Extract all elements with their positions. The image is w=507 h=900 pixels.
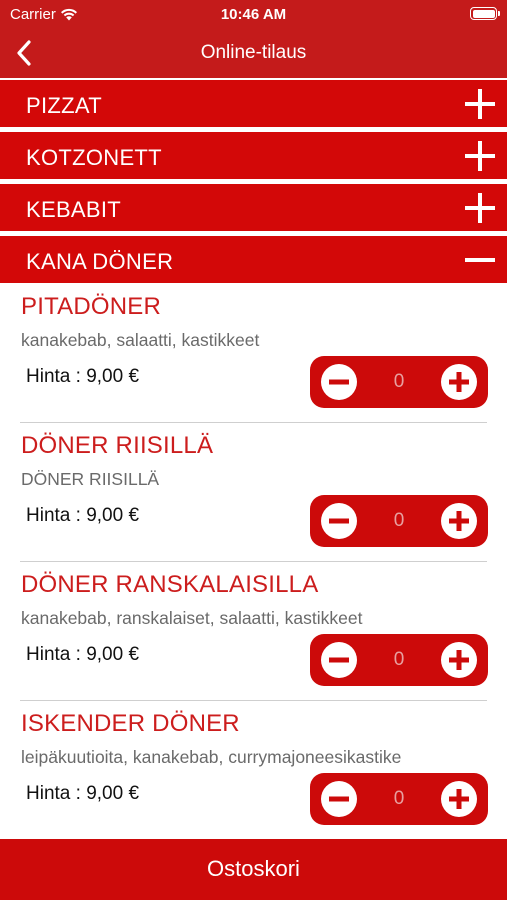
decrement-button[interactable] — [320, 363, 358, 401]
increment-button[interactable] — [440, 780, 478, 818]
item-name: DÖNER RANSKALAISILLA — [21, 571, 319, 598]
item-name: PITADÖNER — [21, 293, 162, 320]
plus-icon[interactable] — [463, 191, 497, 225]
battery-icon — [470, 7, 500, 20]
menu-item: DÖNER RIISILLÄ DÖNER RIISILLÄ Hinta : 9,… — [0, 423, 507, 562]
quantity-stepper: 0 — [310, 495, 488, 547]
item-price: Hinta : 9,00 € — [26, 644, 140, 665]
plus-icon[interactable] — [463, 139, 497, 173]
minus-icon[interactable] — [463, 243, 497, 277]
category-label: PIZZAT — [26, 93, 102, 118]
menu-item: DÖNER RANSKALAISILLA kanakebab, ranskala… — [0, 562, 507, 701]
item-description: leipäkuutioita, kanakebab, currymajonees… — [21, 747, 402, 767]
decrement-button[interactable] — [320, 502, 358, 540]
item-name: DÖNER RIISILLÄ — [21, 432, 214, 459]
cart-label: Ostoskori — [207, 856, 300, 881]
quantity-stepper: 0 — [310, 356, 488, 408]
status-time: 10:46 AM — [220, 6, 287, 23]
cart-button[interactable]: Ostoskori — [0, 839, 507, 900]
category-kotzonett[interactable]: KOTZONETT — [0, 132, 507, 179]
category-label: KOTZONETT — [26, 145, 162, 170]
item-description: kanakebab, salaatti, kastikkeet — [21, 330, 260, 350]
decrement-button[interactable] — [320, 641, 358, 679]
increment-button[interactable] — [440, 502, 478, 540]
decrement-button[interactable] — [320, 780, 358, 818]
menu-item: PITADÖNER kanakebab, salaatti, kastikkee… — [0, 284, 507, 423]
item-price: Hinta : 9,00 € — [26, 366, 140, 387]
item-price: Hinta : 9,00 € — [26, 505, 140, 526]
category-kana-doner[interactable]: KANA DÖNER — [0, 236, 507, 283]
category-label: KANA DÖNER — [26, 249, 174, 274]
increment-button[interactable] — [440, 363, 478, 401]
quantity-value: 0 — [393, 510, 405, 531]
plus-icon[interactable] — [463, 87, 497, 121]
status-bar: Carrier 10:46 AM — [0, 0, 507, 28]
category-kebabit[interactable]: KEBABIT — [0, 184, 507, 231]
quantity-stepper: 0 — [310, 634, 488, 686]
item-name: ISKENDER DÖNER — [21, 710, 240, 737]
page-title: Online-tilaus — [200, 42, 307, 63]
item-price: Hinta : 9,00 € — [26, 783, 140, 804]
category-pizzat[interactable]: PIZZAT — [0, 80, 507, 127]
quantity-value: 0 — [393, 788, 405, 809]
menu-item: ISKENDER DÖNER leipäkuutioita, kanakebab… — [0, 701, 507, 840]
item-description: kanakebab, ranskalaiset, salaatti, kasti… — [21, 608, 363, 628]
quantity-value: 0 — [393, 649, 405, 670]
increment-button[interactable] — [440, 641, 478, 679]
nav-bar: Online-tilaus — [0, 28, 507, 78]
item-description: DÖNER RIISILLÄ — [21, 469, 160, 489]
category-label: KEBABIT — [26, 197, 122, 222]
quantity-value: 0 — [393, 371, 405, 392]
quantity-stepper: 0 — [310, 773, 488, 825]
